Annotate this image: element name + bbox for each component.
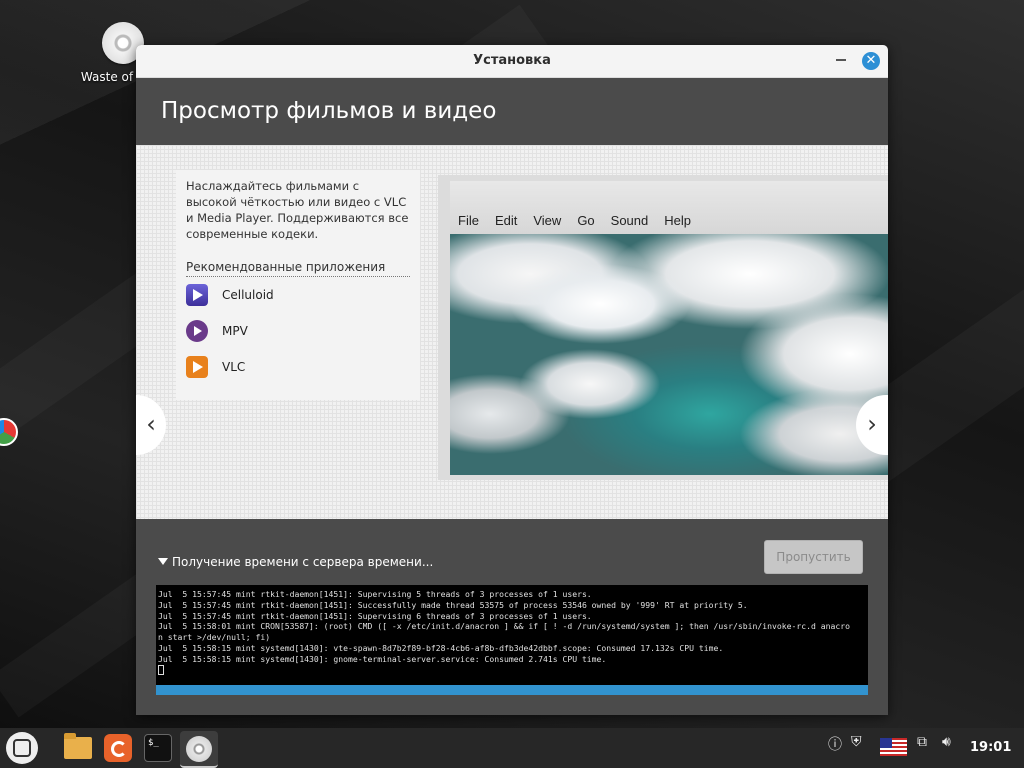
log-terminal[interactable]: Jul 5 15:57:45 mint rtkit-daemon[1451]: … [156,585,868,685]
previous-slide-button[interactable]: ‹ [136,395,166,455]
menu-view: View [533,213,562,228]
clock[interactable]: 19:01 [970,740,1011,755]
desktop-icon-label: Waste of [80,70,134,84]
shield-icon[interactable]: ⛨ [851,734,862,750]
app-item-celluloid: Celluloid [186,277,410,313]
app-label: Celluloid [222,288,274,302]
mint-menu-icon[interactable] [6,732,38,764]
folder-icon[interactable] [64,733,92,759]
firefox-icon[interactable] [104,734,132,762]
app-item-mpv: MPV [186,313,410,349]
volume-icon[interactable]: 🔊︎ [942,734,951,750]
menu-edit: Edit [494,213,518,228]
installer-disc-icon [186,736,212,762]
slide-description: Наслаждайтесь фильмами с высокой чёткост… [186,179,409,241]
page-title: Просмотр фильмов и видео [136,78,888,146]
app-label: VLC [222,360,246,374]
us-flag-icon[interactable] [880,738,907,756]
terminal-icon[interactable]: $_ [144,734,172,762]
mpv-icon [186,320,208,342]
log-line: Jul 5 15:58:01 mint CRON[53587]: (root) … [158,621,850,632]
player-toolbar [450,181,888,239]
slideshow: Наслаждайтесь фильмами с высокой чёткост… [136,145,888,519]
menu-file: File [458,213,479,228]
player-menubar: File Edit View Go Sound Help [458,213,707,228]
titlebar[interactable]: Установка ✕ [136,45,888,78]
menu-help: Help [664,213,691,228]
status-text: Получение времени с сервера времени... [172,555,434,569]
recommended-apps-title: Рекомендованные приложения [186,260,410,277]
log-line: Jul 5 15:57:45 mint rtkit-daemon[1451]: … [158,589,592,599]
video-frame [450,234,888,475]
slide-text-panel: Наслаждайтесь фильмами с высокой чёткост… [176,170,420,400]
update-icon[interactable]: ⓘ [828,734,842,754]
menu-sound: Sound [610,213,649,228]
app-label: MPV [222,324,248,338]
skip-button[interactable]: Пропустить [764,540,863,574]
terminal-cursor [158,664,164,675]
vlc-icon [186,356,208,378]
window-title: Установка [473,53,551,68]
network-icon[interactable]: ⧉ [917,734,927,750]
close-button[interactable]: ✕ [862,52,880,70]
log-line: Jul 5 15:58:15 mint systemd[1430]: vte-s… [158,642,724,653]
minimize-button[interactable] [836,59,846,61]
celluloid-icon [186,284,208,306]
menu-go: Go [577,213,595,228]
expander-triangle-icon [158,558,168,565]
install-footer: Получение времени с сервера времени... П… [136,519,888,715]
log-line: Jul 5 15:58:15 mint systemd[1430]: gnome… [158,653,607,664]
player-screenshot: File Edit View Go Sound Help [438,175,888,480]
log-line: Jul 5 15:57:45 mint rtkit-daemon[1451]: … [158,599,748,610]
log-line: Jul 5 15:57:45 mint rtkit-daemon[1451]: … [158,610,592,621]
status-expander[interactable]: Получение времени с сервера времени... [158,555,433,569]
log-line: n start >/dev/null; fi) [158,632,271,643]
installer-window: Установка ✕ Просмотр фильмов и видео Нас… [136,45,888,715]
app-item-vlc: VLC [186,349,410,385]
progress-bar [156,685,868,695]
